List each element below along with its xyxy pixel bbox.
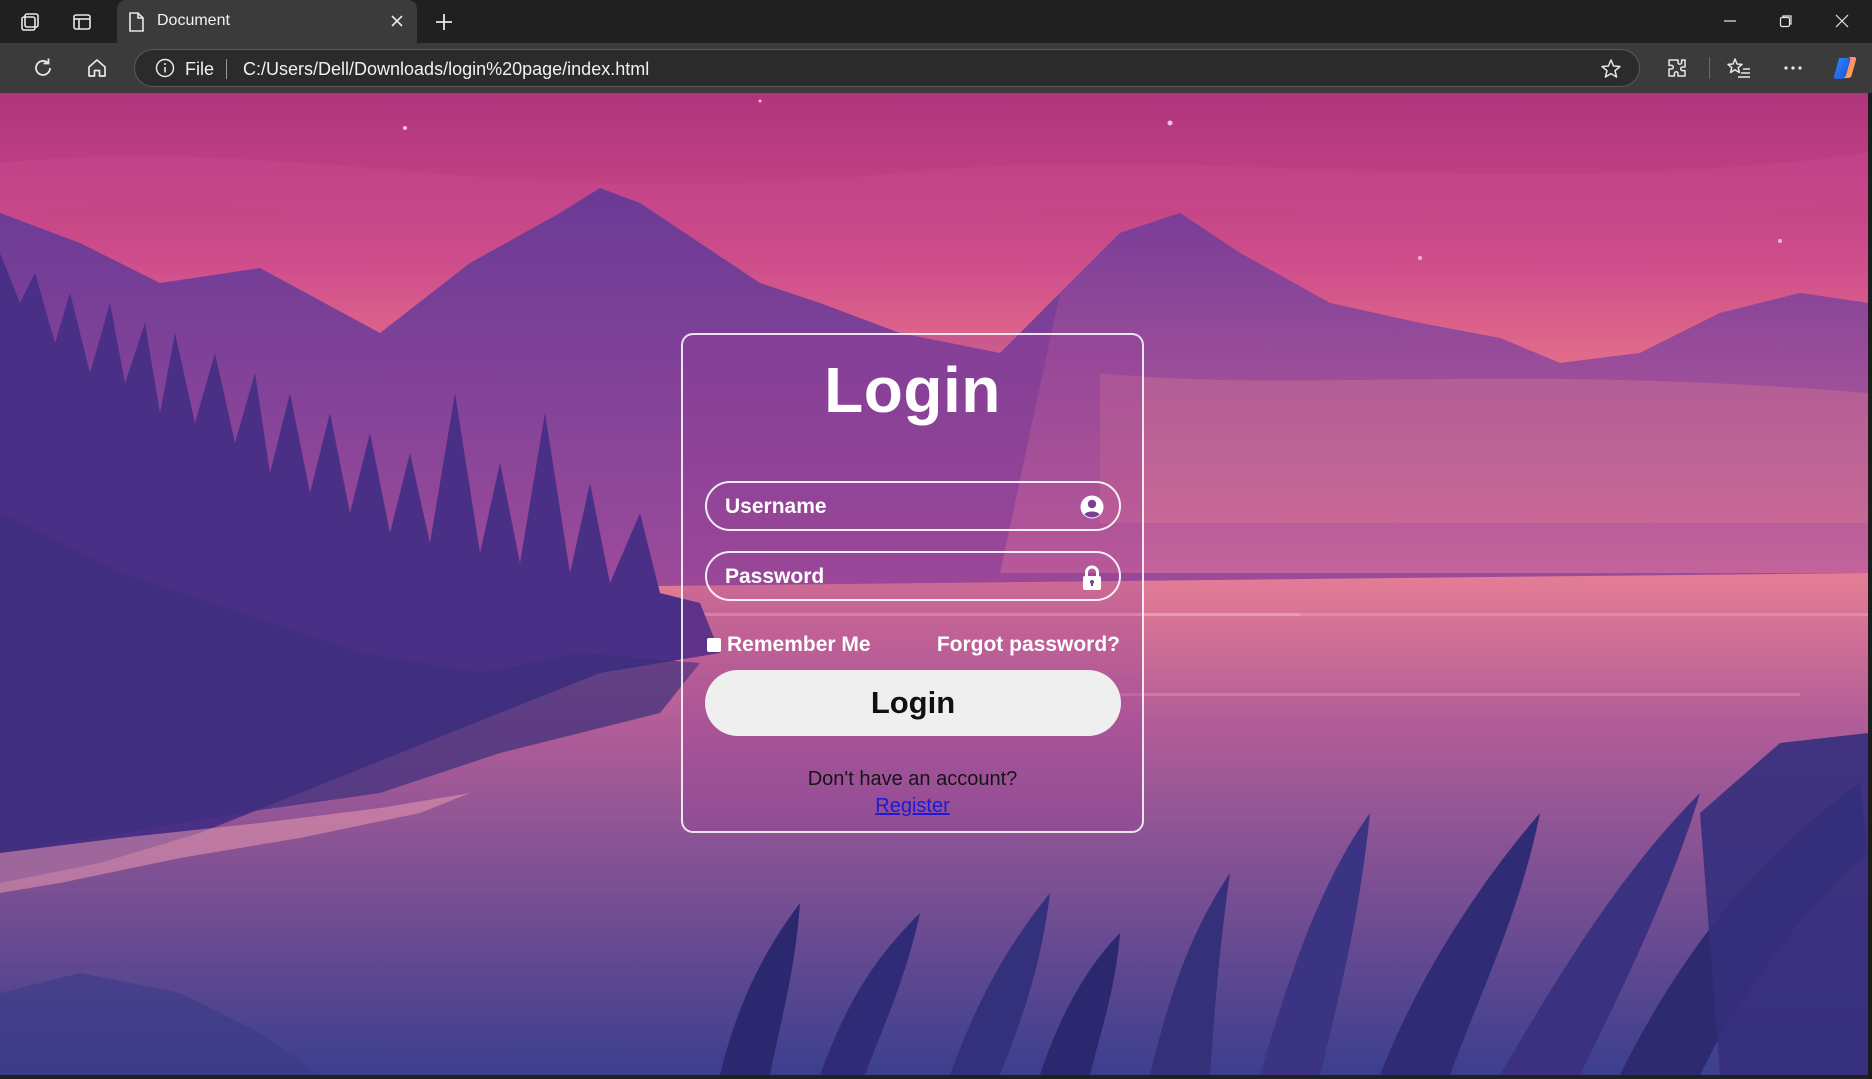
- toolbar-divider: [1709, 57, 1710, 79]
- new-tab-button[interactable]: [430, 8, 458, 36]
- favorite-star-icon[interactable]: [1599, 57, 1623, 81]
- window-edge: [1868, 93, 1872, 1079]
- remember-checkbox[interactable]: [707, 638, 721, 652]
- login-button[interactable]: Login: [705, 670, 1121, 736]
- tab-actions-icon[interactable]: [68, 8, 96, 36]
- address-divider: [226, 59, 227, 79]
- tab-title: Document: [157, 12, 230, 29]
- info-icon[interactable]: [155, 58, 175, 78]
- no-account-text: Don't have an account?: [807, 768, 1018, 790]
- refresh-icon[interactable]: [28, 53, 58, 83]
- restore-button[interactable]: [1758, 6, 1814, 36]
- copilot-icon[interactable]: [1830, 53, 1860, 83]
- lock-icon: [1079, 564, 1105, 590]
- workspaces-icon[interactable]: [16, 8, 44, 36]
- password-field[interactable]: Password: [705, 551, 1121, 601]
- active-tab[interactable]: Document: [117, 0, 417, 43]
- login-card: Login Username Password Remember Me Forg…: [681, 333, 1144, 833]
- more-options-icon[interactable]: [1778, 53, 1808, 83]
- home-icon[interactable]: [82, 53, 112, 83]
- address-bar[interactable]: File C:/Users/Dell/Downloads/login%20pag…: [134, 49, 1640, 87]
- username-placeholder: Username: [725, 495, 827, 518]
- remember-me[interactable]: Remember Me: [707, 633, 871, 657]
- extensions-icon[interactable]: [1662, 53, 1692, 83]
- favorites-icon[interactable]: [1724, 53, 1754, 83]
- username-field[interactable]: Username: [705, 481, 1121, 531]
- user-circle-icon: [1079, 494, 1105, 520]
- forgot-password-link[interactable]: Forgot password?: [937, 633, 1120, 657]
- close-tab-icon[interactable]: [385, 9, 409, 33]
- password-placeholder: Password: [725, 565, 825, 588]
- login-title: Login: [824, 354, 1001, 426]
- document-icon: [127, 11, 147, 33]
- url-text[interactable]: C:/Users/Dell/Downloads/login%20page/ind…: [243, 59, 649, 80]
- page-viewport: Login Username Password Remember Me Forg…: [0, 93, 1868, 1075]
- address-scheme-label: File: [185, 59, 215, 79]
- remember-label: Remember Me: [727, 633, 871, 656]
- minimize-button[interactable]: [1702, 6, 1758, 36]
- browser-tab-bar: Document: [0, 0, 1872, 43]
- close-window-button[interactable]: [1814, 6, 1870, 36]
- browser-toolbar: File C:/Users/Dell/Downloads/login%20pag…: [0, 43, 1872, 93]
- register-link[interactable]: Register: [683, 795, 1142, 818]
